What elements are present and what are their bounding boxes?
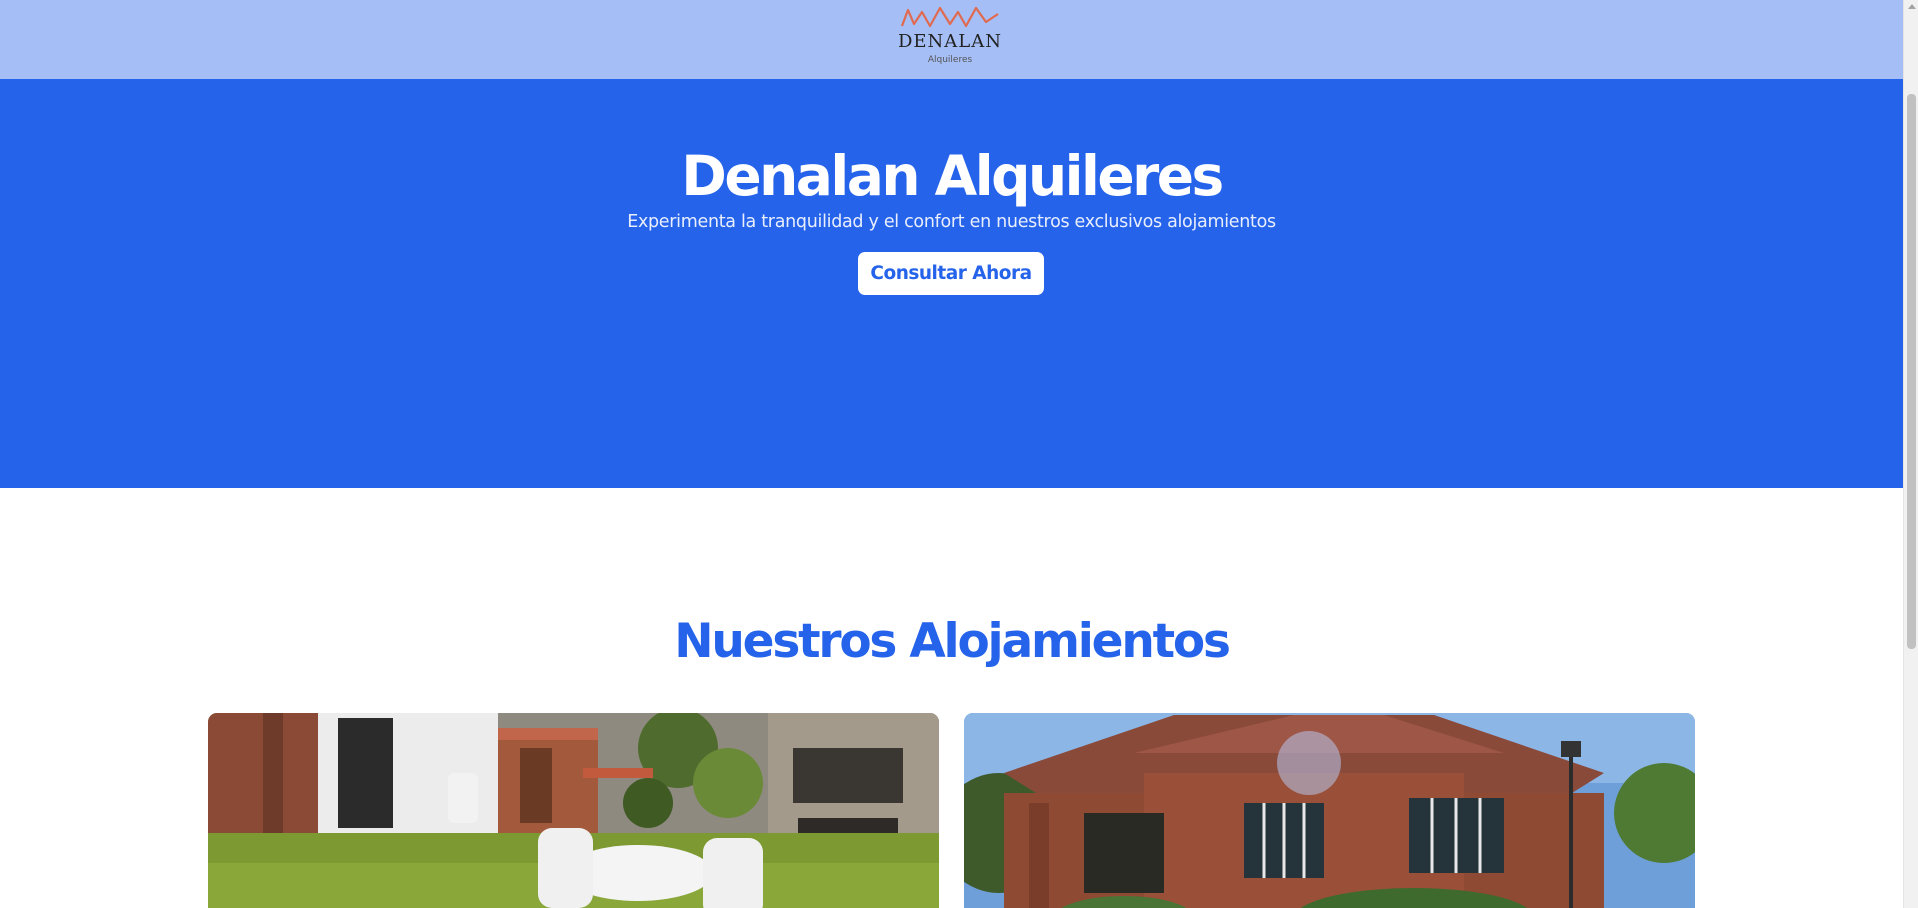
property-card[interactable] [964, 713, 1695, 908]
section-title: Nuestros Alojamientos [674, 614, 1231, 669]
hero-section: Denalan Alquileres Experimenta la tranqu… [0, 79, 1903, 488]
hero-subtitle: Experimenta la tranquilidad y el confort… [627, 212, 1276, 232]
brick-house-photo [964, 713, 1695, 908]
scroll-up-arrow-icon[interactable] [1908, 4, 1916, 9]
hero-title: Denalan Alquileres [681, 144, 1224, 208]
logo-name: DENALAN [897, 31, 1003, 52]
scrollbar-thumb[interactable] [1907, 94, 1916, 649]
vertical-scrollbar[interactable] [1903, 0, 1918, 908]
garden-patio-photo [208, 713, 939, 908]
consultar-button[interactable]: Consultar Ahora [858, 252, 1044, 295]
page: DENALAN Alquileres Denalan Alquileres Ex… [0, 0, 1903, 908]
roof-logo-icon [900, 6, 999, 28]
property-card[interactable] [208, 713, 939, 908]
site-header: DENALAN Alquileres [0, 0, 1903, 79]
logo[interactable]: DENALAN Alquileres [890, 4, 1010, 74]
logo-subtitle: Alquileres [927, 55, 973, 65]
